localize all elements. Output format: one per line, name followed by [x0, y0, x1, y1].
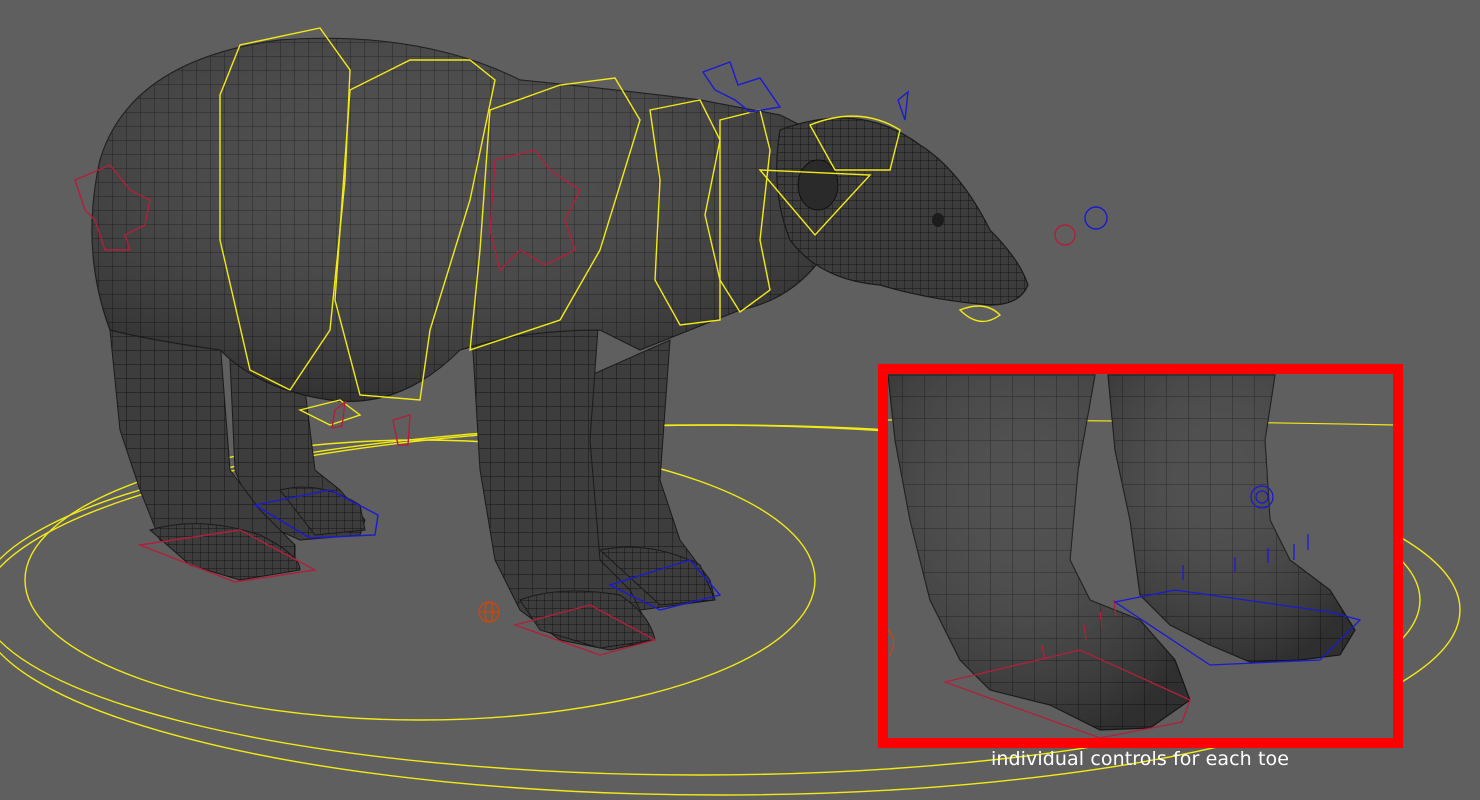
inset-caption: individual controls for each toe [990, 748, 1290, 770]
toe-closeup-inset [878, 364, 1403, 748]
viewport-3d[interactable]: individual controls for each toe [0, 0, 1480, 800]
scene-canvas [0, 27, 1461, 796]
cog-control[interactable] [478, 601, 500, 623]
